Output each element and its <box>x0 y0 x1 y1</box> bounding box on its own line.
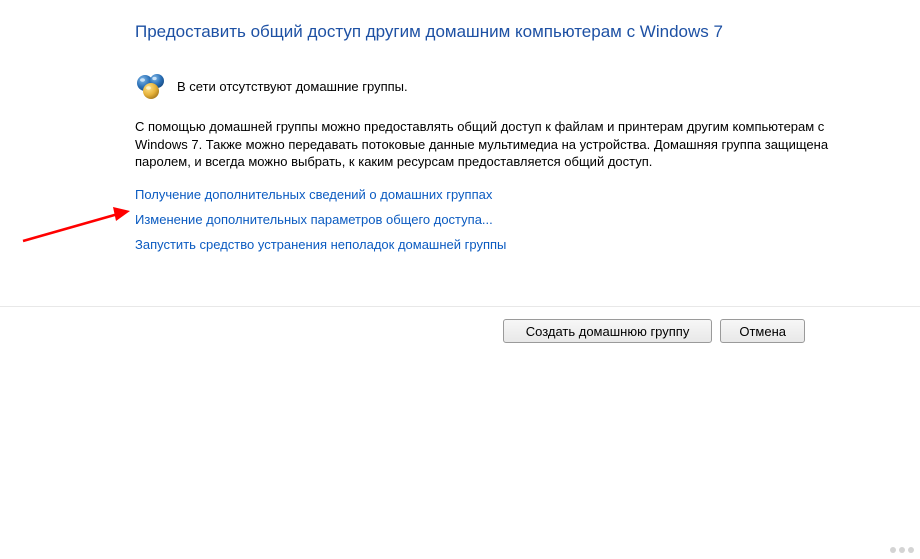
main-content: Предоставить общий доступ другим домашни… <box>135 22 865 252</box>
create-homegroup-button[interactable]: Создать домашнюю группу <box>503 319 713 343</box>
status-text: В сети отсутствуют домашние группы. <box>177 79 408 94</box>
link-list: Получение дополнительных сведений о дома… <box>135 187 865 252</box>
cancel-button[interactable]: Отмена <box>720 319 805 343</box>
description-text: С помощью домашней группы можно предоста… <box>135 118 860 171</box>
link-troubleshoot-homegroup[interactable]: Запустить средство устранения неполадок … <box>135 237 506 252</box>
homegroup-network-icon <box>135 70 167 102</box>
page-title: Предоставить общий доступ другим домашни… <box>135 22 865 42</box>
link-more-info[interactable]: Получение дополнительных сведений о дома… <box>135 187 492 202</box>
annotation-arrow <box>18 196 133 246</box>
button-row: Создать домашнюю группу Отмена <box>0 306 920 343</box>
status-row: В сети отсутствуют домашние группы. <box>135 70 865 102</box>
ellipsis-indicator <box>890 547 914 553</box>
link-change-sharing-settings[interactable]: Изменение дополнительных параметров обще… <box>135 212 493 227</box>
